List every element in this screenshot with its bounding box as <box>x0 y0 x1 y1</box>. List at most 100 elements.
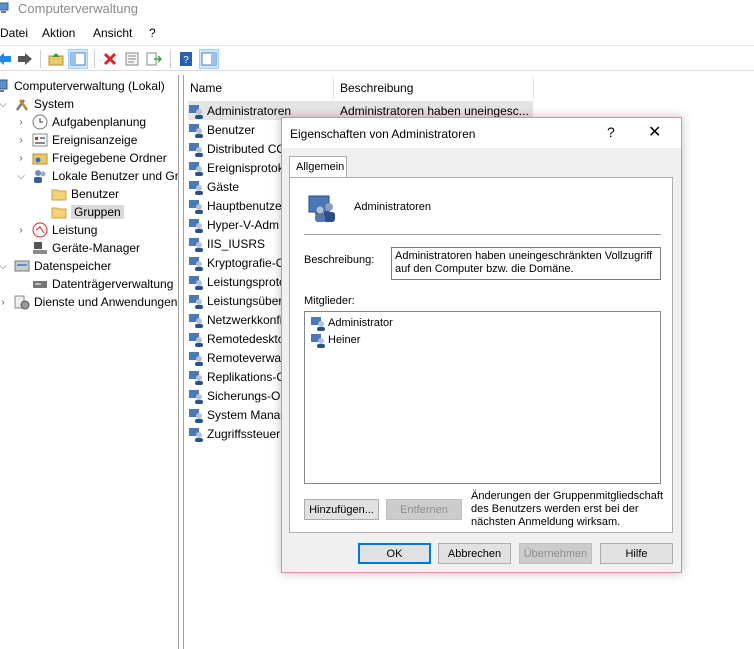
tab-allgemein[interactable]: Allgemein <box>289 156 347 178</box>
export-list-button[interactable] <box>144 49 164 69</box>
menu-datei[interactable]: Datei <box>0 26 28 40</box>
menu-help[interactable]: ? <box>149 26 156 40</box>
tree-item-gruppen[interactable]: Gruppen <box>51 203 124 221</box>
tree-item-geraete-manager[interactable]: Geräte-Manager <box>32 239 140 257</box>
toolbar: ? <box>0 45 754 71</box>
tree-item-datenspeicher[interactable]: ⌵ Datenspeicher <box>0 257 111 275</box>
group-icon <box>189 161 203 176</box>
tree-item-dienste[interactable]: › Dienste und Anwendungen <box>0 293 177 311</box>
member-item[interactable]: Administrator <box>310 314 393 331</box>
apply-button[interactable]: Übernehmen <box>519 543 592 564</box>
export-icon <box>146 52 162 66</box>
table-row[interactable]: Replikations-O <box>188 367 286 386</box>
arrow-right-icon <box>18 53 32 65</box>
group-icon <box>308 195 335 222</box>
description-field[interactable]: Administratoren haben uneingeschränkten … <box>391 247 661 280</box>
chevron-right-icon[interactable]: › <box>16 225 26 236</box>
table-row[interactable]: Hyper-V-Adm <box>188 215 279 234</box>
column-header-description[interactable]: Beschreibung <box>334 77 534 99</box>
dialog-help-button[interactable]: ? <box>607 124 615 140</box>
action-pane-icon <box>201 52 217 66</box>
tree-item-system[interactable]: ⌵ System <box>0 95 74 113</box>
chevron-right-icon[interactable]: › <box>16 117 26 128</box>
disk-management-icon <box>33 281 47 288</box>
chevron-right-icon[interactable]: › <box>16 135 26 146</box>
menu-aktion[interactable]: Aktion <box>42 26 75 40</box>
group-icon <box>189 351 203 366</box>
table-row[interactable]: Benutzer <box>188 120 255 139</box>
dialog-title-bar: Eigenschaften von Administratoren ? ✕ <box>282 118 681 148</box>
users-icon <box>34 170 46 183</box>
computer-management-icon <box>0 2 9 13</box>
window-title: Computerverwaltung <box>18 1 138 16</box>
members-label: Mitglieder: <box>304 295 355 307</box>
table-row[interactable]: Kryptografie-O <box>188 253 285 272</box>
ok-button[interactable]: OK <box>358 543 431 564</box>
row-name: Remotedesktop <box>207 331 292 346</box>
chevron-right-icon[interactable]: › <box>0 297 8 308</box>
back-button[interactable] <box>0 49 14 69</box>
add-member-button[interactable]: Hinzufügen... <box>304 499 379 520</box>
storage-icon <box>14 260 30 272</box>
forward-button[interactable] <box>15 49 35 69</box>
help-button[interactable]: Hilfe <box>600 543 673 564</box>
tree-item-benutzer[interactable]: Benutzer <box>51 185 119 203</box>
tree-item-freigegebene-ordner[interactable]: › Freigegebene Ordner <box>16 149 166 167</box>
user-icon <box>311 316 325 331</box>
row-name: Hyper-V-Adm <box>207 217 280 232</box>
table-row[interactable]: Leistungsproto <box>188 272 286 291</box>
group-icon <box>189 180 203 195</box>
dialog-close-button[interactable]: ✕ <box>648 122 661 142</box>
up-folder-button[interactable] <box>46 49 66 69</box>
chevron-right-icon[interactable]: › <box>16 153 26 164</box>
tree-item-lokale-benutzer[interactable]: ⌵ Lokale Benutzer und Gr <box>16 167 178 185</box>
tab-page-allgemein: Administratoren Beschreibung: Administra… <box>289 177 673 533</box>
members-list[interactable]: Administrator Heiner <box>304 311 661 484</box>
tree-item-leistung[interactable]: › Leistung <box>16 221 97 239</box>
row-name: Benutzer <box>207 122 256 137</box>
properties-button[interactable] <box>122 49 142 69</box>
row-name: Kryptografie-O <box>207 255 286 270</box>
table-row[interactable]: System Manag <box>188 405 287 424</box>
show-hide-console-tree-button[interactable] <box>68 49 88 69</box>
cancel-button[interactable]: Abbrechen <box>438 543 511 564</box>
tree-item-aufgabenplanung[interactable]: › Aufgabenplanung <box>16 113 146 131</box>
table-row[interactable]: Netzwerkkonfi <box>188 310 282 329</box>
svg-text:?: ? <box>183 55 189 66</box>
table-row[interactable]: Leistungsüber <box>188 291 282 310</box>
tree-item-root[interactable]: Computerverwaltung (Lokal) <box>0 77 165 95</box>
chevron-down-icon[interactable]: ⌵ <box>16 171 26 182</box>
table-row[interactable]: Remotedesktop <box>188 329 291 348</box>
console-tree-icon <box>70 52 86 66</box>
folder-up-icon <box>48 53 64 66</box>
tree-item-ereignisanzeige[interactable]: › Ereignisanzeige <box>16 131 137 149</box>
table-row[interactable]: Sicherungs-Op <box>188 386 287 405</box>
table-row[interactable]: IIS_IUSRS <box>188 234 265 253</box>
chevron-down-icon[interactable]: ⌵ <box>0 261 8 272</box>
column-header-name[interactable]: Name <box>184 77 334 99</box>
table-row[interactable]: Gäste <box>188 177 239 196</box>
description-label: Beschreibung: <box>304 254 375 266</box>
group-icon <box>189 142 203 157</box>
help-toolbar-button[interactable]: ? <box>176 49 196 69</box>
table-row[interactable]: Hauptbenutze <box>188 196 282 215</box>
tree-item-datentraegerverwaltung[interactable]: Datenträgerverwaltung <box>32 275 173 293</box>
shared-folder-icon <box>32 153 48 165</box>
table-row[interactable]: Zugriffssteuer <box>188 424 280 443</box>
show-hide-action-pane-button[interactable] <box>199 49 219 69</box>
member-item[interactable]: Heiner <box>310 331 360 348</box>
remove-member-button[interactable]: Entfernen <box>386 499 462 520</box>
menu-ansicht[interactable]: Ansicht <box>93 26 132 40</box>
row-name: Netzwerkkonfi <box>207 312 283 327</box>
table-row[interactable]: Distributed CO <box>188 139 286 158</box>
delete-button[interactable] <box>100 49 120 69</box>
chevron-down-icon[interactable]: ⌵ <box>0 99 8 110</box>
tools-icon <box>15 99 29 111</box>
row-name: Replikations-O <box>207 369 286 384</box>
row-name: System Manag <box>207 407 288 422</box>
table-row[interactable]: Remoteverwalt <box>188 348 287 367</box>
group-icon <box>189 427 203 442</box>
folder-icon <box>51 189 67 201</box>
group-icon <box>189 408 203 423</box>
table-row[interactable]: Ereignisprotok <box>188 158 284 177</box>
